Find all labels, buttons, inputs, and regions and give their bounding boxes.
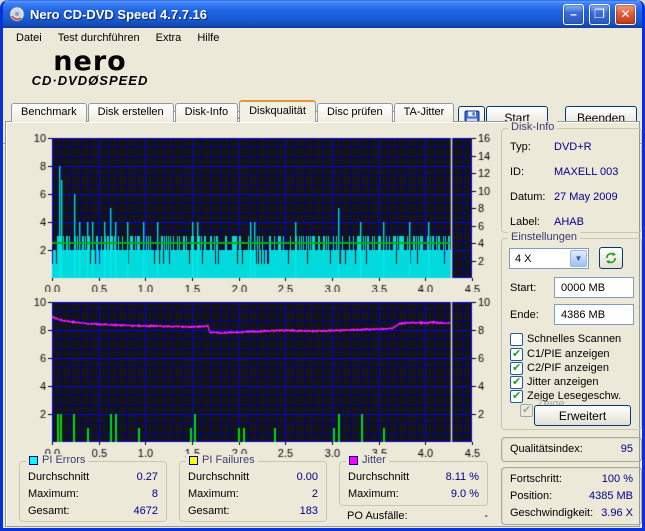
window-title: Nero CD-DVD Speed 4.7.7.16 xyxy=(30,6,208,22)
pi-errors-group: PI Errors Durchschnitt 0.27 Maximum: 8 Ges… xyxy=(19,454,167,522)
disk-id-value: MAXELL 003 xyxy=(554,166,619,178)
tab-ta-jitter[interactable]: TA-Jitter xyxy=(393,103,455,122)
refresh-speeds-button[interactable] xyxy=(599,247,623,269)
pie-errors-chart xyxy=(14,126,498,292)
diskqualitaet-page: Disk-Info Typ: DVD+R ID: MAXELL 003 Datum:… xyxy=(5,121,642,527)
settings-group: Einstellungen 4 X ▼ Start: Ende: xyxy=(501,231,642,430)
speed-select[interactable]: 4 X ▼ xyxy=(509,248,589,269)
pi-errors-avg-value: 0.27 xyxy=(136,471,158,483)
tab-strip: Benchmark Disk erstellen Disk-Info Diskq… xyxy=(11,100,455,122)
disk-type-label: Typ: xyxy=(510,141,531,153)
close-button[interactable]: ✕ xyxy=(615,3,636,25)
pi-failures-title: PI Failures xyxy=(202,454,255,466)
checkbox-schnelles-scannen-label: Schnelles Scannen xyxy=(527,333,622,345)
cddvd-speed-logo-text: CD·DVDØSPEED xyxy=(31,73,149,88)
checkbox-lesegeschw[interactable] xyxy=(510,389,523,403)
disk-id-label: ID: xyxy=(510,166,525,178)
end-mb-field[interactable] xyxy=(554,304,634,325)
position-value: 4385 MB xyxy=(588,490,633,502)
tab-benchmark[interactable]: Benchmark xyxy=(11,103,87,122)
app-window: Nero CD-DVD Speed 4.7.7.16 – ❐ ✕ Datei T… xyxy=(0,0,645,531)
end-mb-label: Ende: xyxy=(510,308,539,321)
pi-errors-avg-label: Durchschnitt xyxy=(28,471,90,483)
pi-failures-avg-value: 0.00 xyxy=(296,471,318,483)
pi-failures-total-value: 183 xyxy=(299,505,318,517)
checkbox-schnelles-scannen[interactable] xyxy=(510,332,523,346)
pi-failures-max-label: Maximum: xyxy=(188,488,239,500)
jitter-avg-value: 8.11 % xyxy=(445,471,479,483)
refresh-icon xyxy=(606,252,616,264)
pi-failures-total-label: Gesamt: xyxy=(188,505,230,517)
checkbox-c2-pif-label: C2/PIF anzeigen xyxy=(527,362,609,374)
pi-errors-total-label: Gesamt: xyxy=(28,505,70,517)
app-disc-icon xyxy=(9,6,25,22)
menu-bar: Datei Test durchführen Extra Hilfe xyxy=(3,28,642,48)
pi-errors-swatch-icon xyxy=(29,455,38,465)
menu-test-durchfuehren[interactable]: Test durchführen xyxy=(51,30,147,46)
disk-label-value: AHAB xyxy=(554,216,584,228)
speed-value: 3.96 X xyxy=(601,507,633,519)
pi-errors-max-value: 8 xyxy=(151,488,158,500)
speed-select-value: 4 X xyxy=(515,252,532,265)
menu-hilfe[interactable]: Hilfe xyxy=(190,30,226,46)
disk-info-group: Disk-Info Typ: DVD+R ID: MAXELL 003 Datum:… xyxy=(501,121,642,233)
disk-type-value: DVD+R xyxy=(554,141,592,153)
jitter-title: Jitter xyxy=(362,454,386,466)
quality-index-value: 95 xyxy=(620,443,633,455)
quality-index-panel: Qualitätsindex: 95 xyxy=(501,437,642,462)
menu-datei[interactable]: Datei xyxy=(9,30,49,46)
tab-disk-erstellen[interactable]: Disk erstellen xyxy=(87,103,174,122)
po-failures-label: PO Ausfälle: xyxy=(347,510,408,522)
checkbox-jitter-label: Jitter anzeigen xyxy=(527,376,599,388)
toolbar: nero CD·DVDØSPEED [2:0] LITE-ON DVDRW LH… xyxy=(3,46,642,145)
maximize-button[interactable]: ❐ xyxy=(589,3,610,25)
nero-logo: nero CD·DVDØSPEED xyxy=(15,46,165,88)
position-label: Position: xyxy=(510,490,553,502)
jitter-max-value: 9.0 % xyxy=(450,488,479,500)
checkbox-schreibgeschw xyxy=(520,403,533,417)
pi-errors-title: PI Errors xyxy=(42,454,86,466)
pi-errors-max-label: Maximum: xyxy=(28,488,79,500)
pi-failures-group: PI Failures Durchschnitt 0.00 Maximum: 2 G… xyxy=(179,454,327,522)
menu-extra[interactable]: Extra xyxy=(149,30,189,46)
jitter-group: Jitter Durchschnitt 8.11 % Maximum: 9.0 % xyxy=(339,454,488,506)
pi-errors-total-value: 4672 xyxy=(133,505,158,517)
progress-label: Fortschritt: xyxy=(510,473,562,485)
tab-diskqualitaet[interactable]: Diskqualität xyxy=(239,100,316,122)
pi-failures-swatch-icon xyxy=(189,455,198,465)
disk-date-value: 27 May 2009 xyxy=(554,191,618,203)
jitter-max-label: Maximum: xyxy=(348,488,399,500)
settings-title: Einstellungen xyxy=(508,231,581,243)
disk-info-title: Disk-Info xyxy=(508,121,558,133)
advanced-button[interactable]: Erweitert xyxy=(534,405,631,426)
disk-label-label: Label: xyxy=(510,216,540,228)
start-mb-label: Start: xyxy=(510,281,537,294)
chevron-down-icon[interactable]: ▼ xyxy=(570,250,587,267)
po-failures-value: - xyxy=(484,510,488,522)
checkbox-c2-pif[interactable] xyxy=(510,361,523,375)
po-failures-row: PO Ausfälle: - xyxy=(347,510,488,522)
nero-logo-text: nero xyxy=(53,46,127,77)
tab-disk-info[interactable]: Disk-Info xyxy=(174,103,239,122)
title-bar: Nero CD-DVD Speed 4.7.7.16 – ❐ ✕ xyxy=(3,0,642,28)
tab-disc-pruefen[interactable]: Disc prüfen xyxy=(316,103,393,122)
checkbox-jitter[interactable] xyxy=(510,375,523,389)
disk-date-label: Datum: xyxy=(510,191,546,203)
pi-failures-max-value: 2 xyxy=(311,488,318,500)
progress-value: 100 % xyxy=(601,473,633,485)
jitter-pif-chart xyxy=(14,294,498,458)
checkbox-c1-pie-label: C1/PIE anzeigen xyxy=(527,348,610,360)
start-mb-field[interactable] xyxy=(554,277,634,298)
jitter-avg-label: Durchschnitt xyxy=(348,471,410,483)
checkbox-c1-pie[interactable] xyxy=(510,347,523,361)
progress-panel: Fortschritt: 100 % Position: 4385 MB Gesch… xyxy=(501,467,642,525)
quality-index-label: Qualitätsindex: xyxy=(510,443,583,455)
minimize-button[interactable]: – xyxy=(563,3,584,25)
jitter-swatch-icon xyxy=(349,455,358,465)
pi-failures-avg-label: Durchschnitt xyxy=(188,471,250,483)
speed-label: Geschwindigkeit: xyxy=(510,507,594,519)
